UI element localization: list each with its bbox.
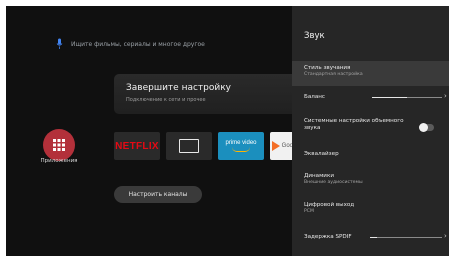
apps-grid-icon — [53, 139, 65, 151]
tv-icon — [179, 139, 199, 153]
surround-label: Системные настройки объемного звука — [304, 118, 404, 131]
apps-button[interactable] — [43, 129, 75, 161]
digital-output-item[interactable]: Цифровой выход PCM — [304, 202, 354, 215]
chevron-right-icon: › — [444, 232, 447, 240]
speakers-value: Внешние аудиосистемы — [304, 180, 363, 185]
balance-slider-fill — [372, 97, 407, 98]
mic-icon[interactable] — [56, 38, 63, 50]
spdif-delay-slider[interactable] — [370, 237, 442, 238]
app-row: NETFLIX prime video Google Play — [114, 132, 316, 160]
search-bar[interactable]: Ищите фильмы, сериалы и многое другое — [56, 36, 205, 52]
setup-card-title: Завершите настройку — [126, 83, 231, 93]
spdif-delay-label: Задержка SPDIF — [304, 234, 352, 240]
setup-card-subtitle: Подключение к сети и прочее — [126, 97, 206, 103]
spdif-delay-item[interactable]: Задержка SPDIF — [304, 234, 352, 241]
equalizer-item[interactable]: Эквалайзер — [304, 151, 339, 158]
play-triangle-icon — [271, 141, 280, 151]
panel-title: Звук — [304, 31, 325, 41]
toggle-knob — [419, 123, 428, 132]
speakers-item[interactable]: Динамики Внешние аудиосистемы — [304, 173, 363, 186]
prime-video-logo: prime video — [225, 140, 257, 146]
search-placeholder: Ищите фильмы, сериалы и многое другое — [71, 40, 205, 48]
prime-video-tile[interactable]: prime video — [218, 132, 264, 160]
setup-channels-button[interactable]: Настроить каналы — [114, 186, 202, 203]
equalizer-label: Эквалайзер — [304, 151, 339, 157]
netflix-tile[interactable]: NETFLIX — [114, 132, 160, 160]
chevron-right-icon: › — [444, 92, 447, 100]
prime-smile-icon — [232, 147, 250, 152]
sound-settings-panel: Звук Стиль звучания Стандартная настройк… — [292, 6, 449, 256]
sound-style-item[interactable]: Стиль звучания Стандартная настройка — [304, 65, 363, 78]
surround-toggle[interactable] — [419, 123, 434, 132]
spdif-slider-fill — [370, 237, 378, 238]
speakers-label: Динамики — [304, 173, 334, 179]
live-tv-tile[interactable] — [166, 132, 212, 160]
balance-label: Баланс — [304, 94, 326, 100]
sound-style-value: Стандартная настройка — [304, 72, 363, 77]
netflix-logo: NETFLIX — [115, 140, 159, 152]
apps-label: Приложения — [40, 158, 78, 164]
tv-screen: Ищите фильмы, сериалы и многое другое За… — [6, 6, 449, 256]
digital-output-value: PCM — [304, 209, 314, 214]
balance-slider[interactable] — [372, 97, 442, 98]
balance-item[interactable]: Баланс — [304, 94, 325, 101]
surround-item[interactable]: Системные настройки объемного звука — [304, 118, 412, 132]
sound-style-label: Стиль звучания — [304, 65, 351, 71]
digital-output-label: Цифровой выход — [304, 202, 355, 208]
